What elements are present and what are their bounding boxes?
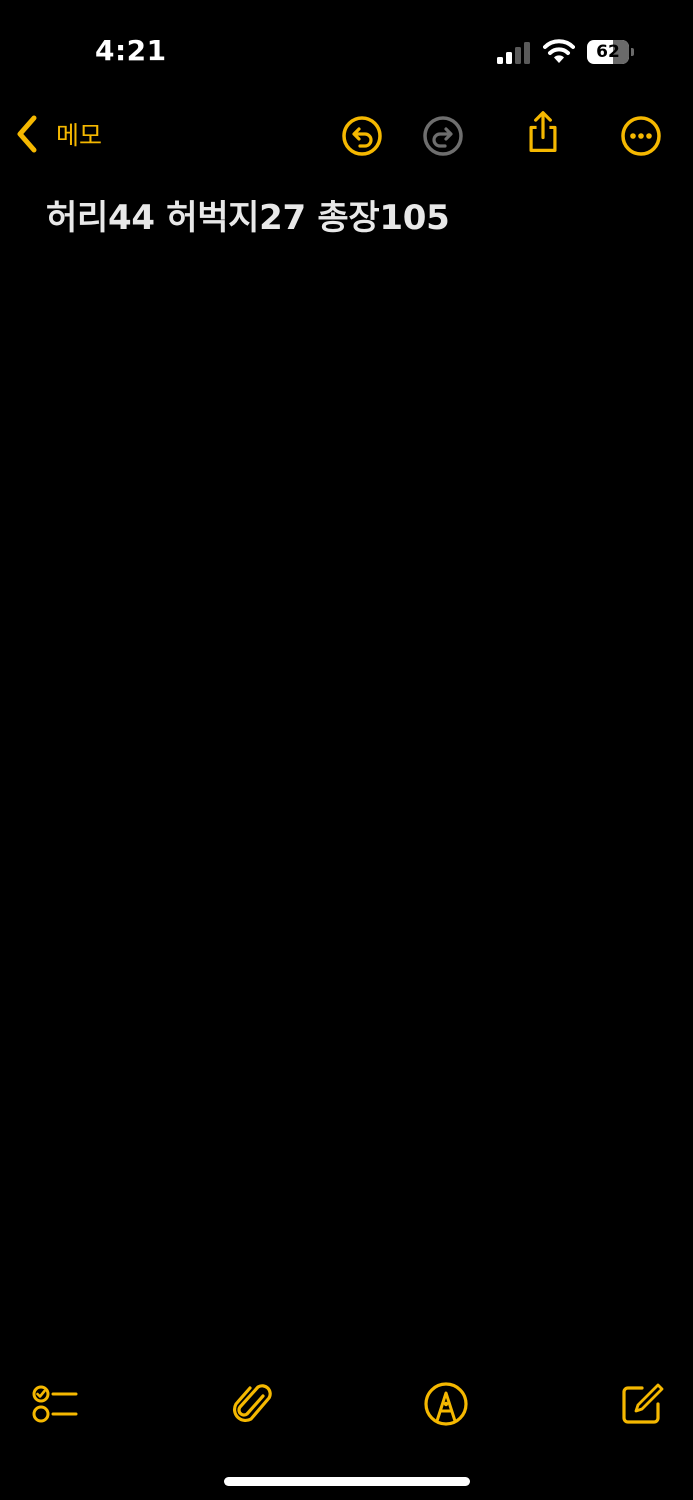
markup-pen-icon[interactable] (422, 1380, 470, 1428)
home-indicator[interactable] (224, 1477, 470, 1486)
note-text[interactable]: 허리44 허벅지27 총장105 (46, 190, 663, 239)
battery-icon: 62 (587, 40, 635, 64)
navigation-bar: 메모 (0, 100, 693, 170)
cellular-signal-icon (497, 42, 530, 64)
battery-percent: 62 (596, 42, 620, 62)
more-icon[interactable] (619, 114, 663, 158)
status-bar: 4:21 62 (0, 0, 693, 100)
redo-icon[interactable] (421, 114, 465, 158)
share-icon[interactable] (521, 110, 565, 154)
compose-icon[interactable] (618, 1380, 666, 1428)
bottom-toolbar (0, 1370, 693, 1440)
wifi-icon (543, 39, 575, 63)
back-button[interactable]: 메모 (14, 114, 102, 154)
back-button-label: 메모 (56, 121, 103, 150)
paperclip-icon[interactable] (230, 1380, 278, 1428)
checklist-icon[interactable] (30, 1380, 78, 1428)
chevron-left-icon (17, 115, 37, 153)
undo-icon[interactable] (340, 114, 384, 158)
status-time: 4:21 (95, 34, 167, 67)
